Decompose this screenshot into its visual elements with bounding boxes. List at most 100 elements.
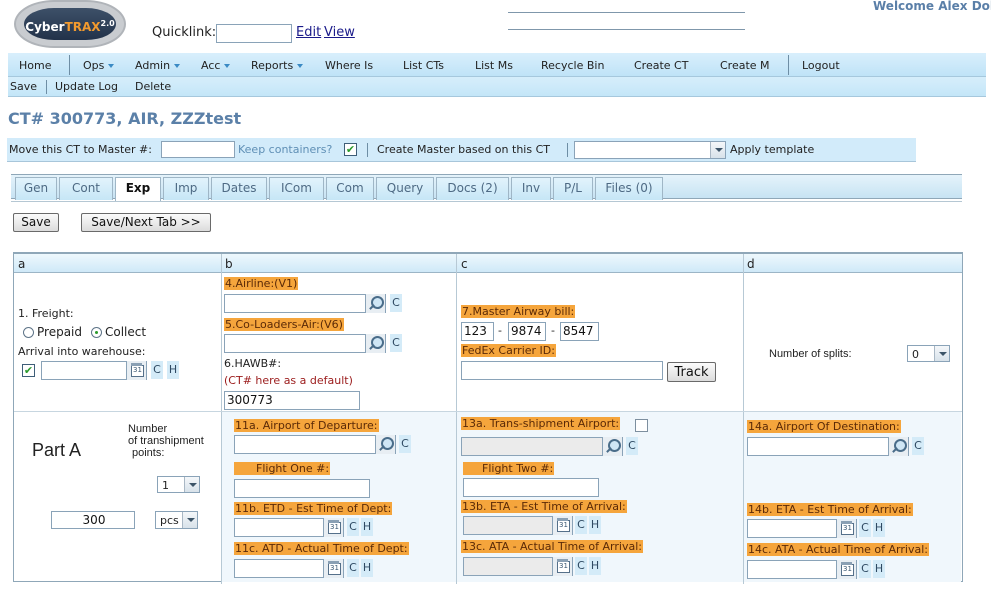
keep-containers-checkbox[interactable]: ✔ — [344, 143, 357, 156]
tab-icom[interactable]: ICom — [269, 177, 324, 200]
history-button[interactable]: H — [361, 559, 373, 577]
clear-button[interactable]: C — [626, 437, 638, 455]
search-icon[interactable] — [365, 294, 385, 313]
departure-airport-input[interactable] — [234, 435, 396, 454]
arrival-checkbox[interactable]: ✔ — [22, 364, 35, 377]
nav-where-is[interactable]: Where Is — [325, 59, 373, 72]
ata-14-input[interactable] — [747, 560, 857, 579]
mawb-prefix-input[interactable]: 123 — [461, 322, 494, 341]
transshipment-airport-input[interactable] — [461, 437, 623, 456]
pieces-input[interactable]: 300 — [51, 511, 135, 529]
tab-exp[interactable]: Exp — [115, 177, 161, 201]
view-link[interactable]: View — [324, 25, 355, 40]
clear-button[interactable]: C — [151, 361, 163, 379]
calendar-icon[interactable] — [552, 516, 572, 535]
clear-button[interactable]: C — [347, 518, 359, 536]
clear-button[interactable]: C — [347, 559, 359, 577]
transshipment-checkbox[interactable] — [635, 419, 648, 432]
nav-acc[interactable]: Acc — [201, 59, 231, 72]
nav-list-ms[interactable]: List Ms — [475, 59, 513, 72]
search-icon[interactable] — [375, 435, 395, 454]
mawb-suffix-input[interactable]: 8547 — [560, 322, 599, 341]
tab-docs[interactable]: Docs (2) — [436, 177, 509, 200]
mawb-middle-input[interactable]: 9874 — [508, 322, 546, 341]
airline-input[interactable] — [224, 294, 386, 313]
tab-inv[interactable]: Inv — [511, 177, 551, 200]
calendar-icon[interactable] — [836, 519, 856, 538]
clear-button[interactable]: C — [575, 516, 587, 534]
arrival-date-input[interactable] — [41, 361, 147, 380]
etd-input[interactable] — [234, 518, 344, 537]
save-next-tab-button[interactable]: Save/Next Tab >> — [81, 213, 211, 232]
tab-imp[interactable]: Imp — [163, 177, 209, 200]
clear-button[interactable]: C — [399, 435, 411, 453]
search-icon[interactable] — [602, 437, 622, 456]
calendar-icon[interactable] — [323, 518, 343, 537]
tab-files[interactable]: Files (0) — [595, 177, 663, 200]
tab-gen[interactable]: Gen — [15, 177, 57, 200]
search-icon[interactable] — [365, 334, 385, 353]
save-button[interactable]: Save — [13, 213, 59, 232]
chevron-down-icon[interactable] — [184, 477, 199, 492]
calendar-icon[interactable] — [126, 361, 146, 380]
tab-dates[interactable]: Dates — [211, 177, 267, 200]
eta-14-input[interactable] — [747, 519, 857, 538]
calendar-icon[interactable] — [552, 557, 572, 576]
clear-button[interactable]: C — [859, 519, 871, 537]
clear-button[interactable]: C — [390, 294, 402, 312]
tab-pl[interactable]: P/L — [553, 177, 593, 200]
nav-recycle-bin[interactable]: Recycle Bin — [541, 59, 604, 72]
clear-button[interactable]: C — [575, 557, 587, 575]
chevron-down-icon[interactable] — [710, 142, 725, 158]
chevron-down-icon[interactable] — [934, 346, 949, 361]
nav-admin[interactable]: Admin — [135, 59, 181, 72]
quicklink-input[interactable] — [216, 24, 292, 43]
fedex-input[interactable] — [461, 361, 663, 380]
eta-13-input[interactable] — [463, 516, 573, 535]
history-button[interactable]: H — [589, 516, 601, 534]
transhipment-select[interactable]: 1 — [157, 476, 200, 493]
history-button[interactable]: H — [589, 557, 601, 575]
atd-input[interactable] — [234, 559, 344, 578]
tab-cont[interactable]: Cont — [59, 177, 113, 200]
history-button[interactable]: H — [873, 519, 885, 537]
history-button[interactable]: H — [361, 518, 373, 536]
clear-button[interactable]: C — [859, 560, 871, 578]
hawb-input[interactable]: 300773 — [224, 391, 360, 410]
clear-button[interactable]: C — [390, 334, 402, 352]
nav-logout[interactable]: Logout — [802, 59, 840, 72]
collect-radio[interactable] — [91, 327, 102, 338]
clear-button[interactable]: C — [912, 437, 924, 455]
tab-query[interactable]: Query — [376, 177, 434, 200]
nav-home[interactable]: Home — [19, 59, 51, 72]
cybertrax-logo[interactable]: CyberTRAX2.0 — [14, 0, 126, 48]
destination-airport-input[interactable] — [747, 437, 909, 456]
nav-reports[interactable]: Reports — [251, 59, 304, 72]
splits-select[interactable]: 0 — [907, 345, 950, 362]
history-button[interactable]: H — [873, 560, 885, 578]
nav-list-cts[interactable]: List CTs — [403, 59, 444, 72]
save-link[interactable]: Save — [10, 80, 37, 93]
tab-com[interactable]: Com — [326, 177, 374, 200]
delete-link[interactable]: Delete — [135, 80, 171, 93]
apply-template-label[interactable]: Apply template — [730, 143, 814, 156]
calendar-icon[interactable] — [323, 559, 343, 578]
nav-create-ct[interactable]: Create CT — [634, 59, 688, 72]
nav-create-m[interactable]: Create M — [720, 59, 770, 72]
track-button[interactable]: Track — [667, 362, 716, 382]
calendar-icon[interactable] — [836, 560, 856, 579]
chevron-down-icon[interactable] — [182, 512, 197, 528]
ata-13-input[interactable] — [463, 557, 573, 576]
pieces-unit-select[interactable]: pcs — [155, 511, 198, 529]
flight-two-input[interactable] — [463, 478, 599, 497]
flight-one-input[interactable] — [234, 479, 370, 498]
update-log-link[interactable]: Update Log — [55, 80, 118, 93]
master-number-input[interactable] — [161, 141, 235, 158]
prepaid-radio[interactable] — [23, 327, 34, 338]
history-button[interactable]: H — [167, 361, 179, 379]
search-icon[interactable] — [888, 437, 908, 456]
nav-ops[interactable]: Ops — [83, 59, 115, 72]
template-select[interactable] — [574, 141, 726, 159]
coloaders-input[interactable] — [224, 334, 386, 353]
edit-link[interactable]: Edit — [296, 25, 321, 40]
